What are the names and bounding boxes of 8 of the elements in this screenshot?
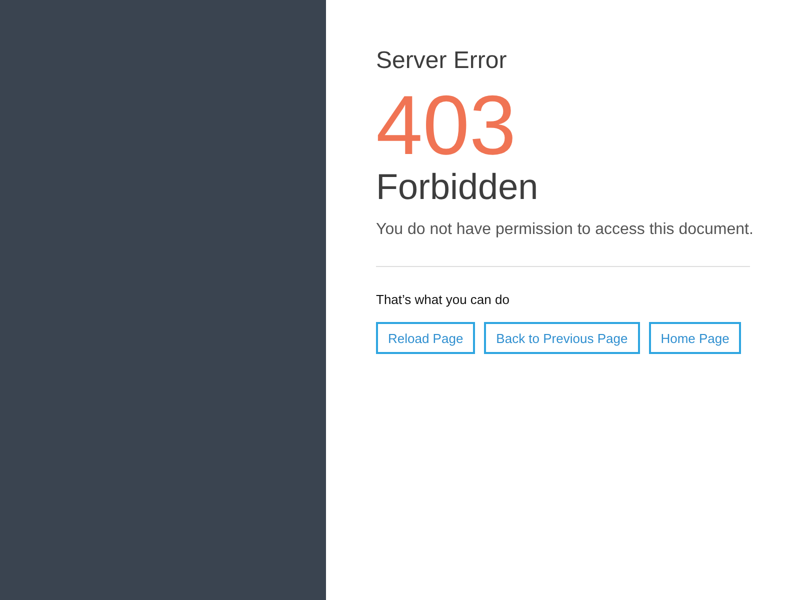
error-heading: Server Error: [376, 46, 508, 76]
action-button[interactable]: Back to Previous Page: [484, 322, 640, 354]
action-button[interactable]: Reload Page: [376, 322, 476, 354]
action-button[interactable]: Home Page: [648, 322, 742, 354]
error-title: Forbidden: [376, 166, 540, 208]
error-code: 403: [376, 84, 518, 166]
error-message: You do not have permission to access this document.: [376, 220, 750, 240]
actions-label: That’s what you can do: [376, 292, 510, 308]
